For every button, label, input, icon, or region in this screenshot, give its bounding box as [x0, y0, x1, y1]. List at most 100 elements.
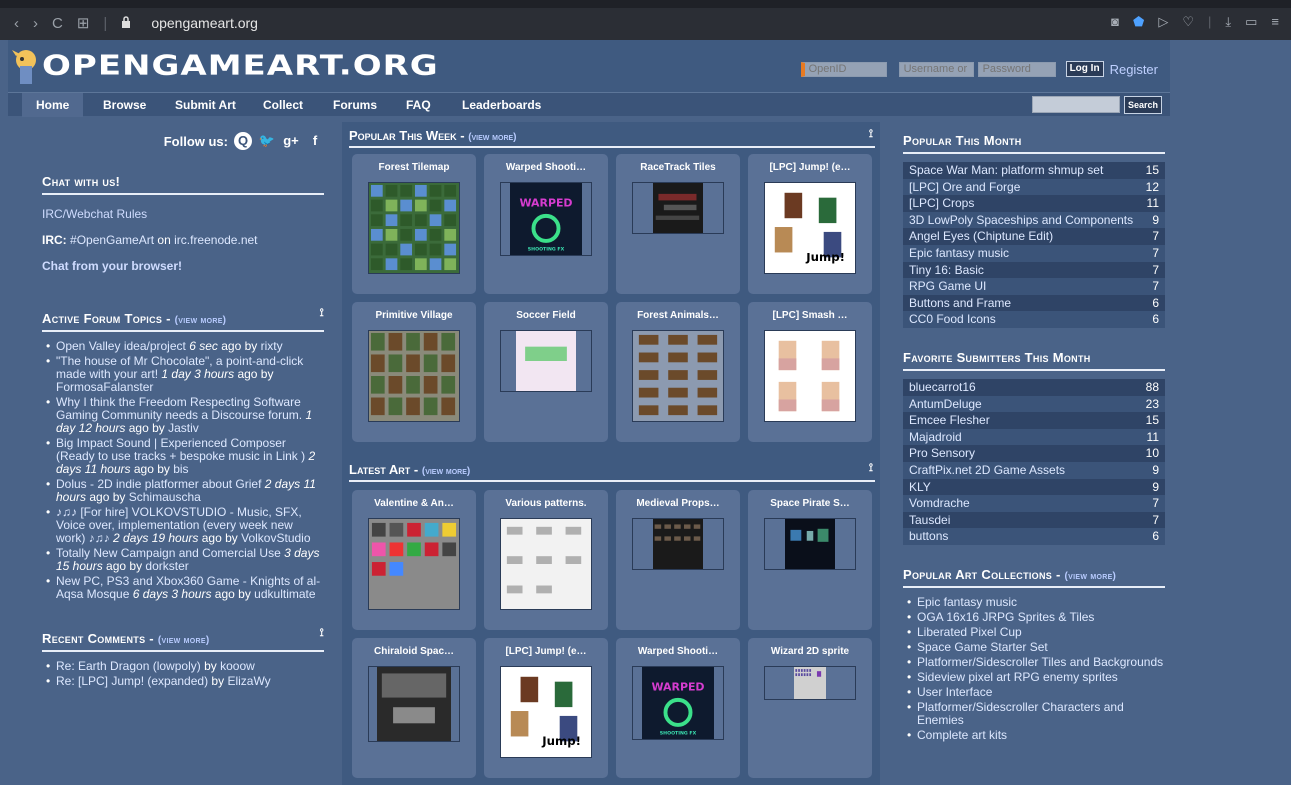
ranked-name[interactable]: Pro Sensory [909, 445, 975, 462]
ranked-name[interactable]: Vomdrache [909, 495, 970, 512]
art-card[interactable]: [LPC] Smash … [748, 302, 872, 442]
forum-topic-link[interactable]: Big Impact Sound | Experienced Composer … [56, 436, 305, 463]
art-thumbnail[interactable]: Jump! [764, 182, 856, 274]
ranked-row[interactable]: Tausdei 7 [903, 511, 1165, 529]
password-input[interactable] [977, 61, 1056, 77]
art-card-title[interactable]: Forest Tilemap [358, 162, 470, 176]
search-button[interactable]: Search [1123, 96, 1162, 114]
ranked-name[interactable]: KLY [909, 479, 931, 496]
nav-submit-art[interactable]: Submit Art [175, 93, 236, 117]
art-thumbnail[interactable] [632, 330, 724, 422]
nav-browse[interactable]: Browse [103, 93, 146, 117]
nav-faq[interactable]: FAQ [406, 93, 431, 117]
art-card[interactable]: [LPC] Jump! (e… Jump! [484, 638, 608, 778]
forum-topic-item[interactable]: Why I think the Freedom Respecting Softw… [42, 396, 324, 435]
forum-topic-author[interactable]: Schimauscha [129, 490, 201, 504]
ranked-row[interactable]: buttons 6 [903, 528, 1165, 545]
nav-leaderboards[interactable]: Leaderboards [462, 93, 541, 117]
ranked-name[interactable]: Space War Man: platform shmup set [909, 162, 1103, 179]
art-card-title[interactable]: Forest Animals… [622, 310, 734, 324]
art-card-title[interactable]: Warped Shooti… [490, 162, 602, 176]
ranked-row[interactable]: Vomdrache 7 [903, 495, 1165, 512]
ranked-row[interactable]: RPG Game UI 7 [903, 278, 1165, 295]
art-card-title[interactable]: Valentine & An… [358, 498, 470, 512]
forum-topic-author[interactable]: dorkster [145, 559, 188, 573]
comments-view-more-link[interactable]: (view more) [158, 635, 210, 646]
ranked-name[interactable]: Tiny 16: Basic [909, 262, 984, 279]
art-card[interactable]: RaceTrack Tiles [616, 154, 740, 294]
art-thumbnail[interactable] [500, 518, 592, 610]
latest-view-more-link[interactable]: (view more) [422, 466, 470, 477]
art-thumbnail[interactable]: Jump! [500, 666, 592, 758]
art-card[interactable]: Forest Tilemap [352, 154, 476, 294]
username-input[interactable] [898, 61, 974, 77]
forum-topic-item[interactable]: Dolus - 2D indie platformer about Grief … [42, 478, 324, 504]
art-thumbnail[interactable] [368, 666, 460, 742]
collection-item[interactable]: OGA 16x16 JRPG Sprites & Tiles [903, 610, 1165, 624]
twitter-icon[interactable]: 🐦 [258, 132, 276, 150]
ranked-row[interactable]: CraftPix.net 2D Game Assets 9 [903, 461, 1165, 479]
forum-topic-author[interactable]: VolkovStudio [241, 531, 310, 545]
forum-topic-author[interactable]: Jastiv [168, 421, 199, 435]
art-card[interactable]: Valentine & An… [352, 490, 476, 630]
search-icon[interactable]: Q [234, 132, 252, 150]
comment-item[interactable]: Re: Earth Dragon (lowpoly) by kooow [42, 659, 324, 674]
forum-topic-item[interactable]: Big Impact Sound | Experienced Composer … [42, 437, 324, 476]
art-card-title[interactable]: Space Pirate S… [754, 498, 866, 512]
forum-topic-author[interactable]: FormosaFalanster [56, 380, 153, 394]
forum-topic-item[interactable]: Open Valley idea/project 6 sec ago by ri… [42, 340, 324, 354]
forum-topic-item[interactable]: ♪♫♪ [For hire] VOLKOVSTUDIO - Music, SFX… [42, 506, 324, 545]
art-thumbnail[interactable] [632, 518, 724, 570]
battery-icon[interactable]: ▭ [1245, 14, 1257, 30]
comment-item[interactable]: Re: [LPC] Jump! (expanded) by ElizaWy [42, 675, 324, 689]
irc-rules-link[interactable]: IRC/Webchat Rules [42, 207, 324, 221]
collection-item[interactable]: Sideview pixel art RPG enemy sprites [903, 670, 1165, 684]
art-card[interactable]: Various patterns. [484, 490, 608, 630]
collection-link[interactable]: Liberated Pixel Cup [917, 625, 1022, 639]
collection-item[interactable]: Complete art kits [903, 728, 1165, 742]
art-thumbnail[interactable] [764, 666, 856, 700]
ranked-name[interactable]: [LPC] Ore and Forge [909, 179, 1020, 196]
art-card-title[interactable]: Warped Shooti… [622, 646, 734, 660]
download-icon[interactable]: ⤓ [1225, 14, 1231, 30]
nav-collect[interactable]: Collect [263, 93, 303, 117]
rss-icon[interactable]: ⟟ [320, 627, 324, 640]
art-card-title[interactable]: [LPC] Jump! (e… [490, 646, 602, 660]
ranked-name[interactable]: RPG Game UI [909, 278, 986, 295]
art-thumbnail[interactable] [632, 182, 724, 234]
collection-item[interactable]: Space Game Starter Set [903, 640, 1165, 654]
forum-topic-item[interactable]: "The house of Mr Chocolate", a point-and… [42, 355, 324, 394]
art-card[interactable]: Medieval Props… [616, 490, 740, 630]
shield-icon[interactable]: ⬟ [1133, 14, 1144, 30]
site-logo-text[interactable]: OPENGAMEART.ORG [42, 49, 439, 82]
rss-icon[interactable]: ⟟ [869, 128, 873, 141]
collection-item[interactable]: User Interface [903, 685, 1165, 699]
collection-item[interactable]: Platformer/Sidescroller Characters and E… [903, 700, 1165, 727]
forum-topic-author[interactable]: bis [173, 462, 188, 476]
art-thumbnail[interactable] [368, 518, 460, 610]
send-icon[interactable]: ▷ [1158, 14, 1168, 30]
nav-home[interactable]: Home [22, 93, 84, 117]
art-card-title[interactable]: [LPC] Smash … [754, 310, 866, 324]
collection-item[interactable]: Epic fantasy music [903, 595, 1165, 609]
ranked-name[interactable]: CraftPix.net 2D Game Assets [909, 462, 1065, 479]
forum-topic-link[interactable]: Dolus - 2D indie platformer about Grief [56, 477, 261, 491]
login-button[interactable]: Log In [1065, 61, 1104, 77]
art-card-title[interactable]: Wizard 2D sprite [754, 646, 866, 660]
ranked-row[interactable]: Buttons and Frame 6 [903, 294, 1165, 312]
popular-view-more-link[interactable]: (view more) [468, 132, 516, 143]
ranked-row[interactable]: [LPC] Ore and Forge 12 [903, 178, 1165, 196]
art-card[interactable]: Primitive Village [352, 302, 476, 442]
irc-channel-link[interactable]: #OpenGameArt [70, 233, 154, 247]
art-card[interactable]: Warped Shooti… WARPED SHOOTING FX [616, 638, 740, 778]
ranked-row[interactable]: AntumDeluge 23 [903, 395, 1165, 413]
art-card[interactable]: Chiraloid Spac… [352, 638, 476, 778]
comment-author[interactable]: kooow [220, 659, 255, 673]
forum-topic-item[interactable]: New PC, PS3 and Xbox360 Game - Knights o… [42, 575, 324, 601]
ranked-name[interactable]: AntumDeluge [909, 396, 982, 413]
address-bar[interactable]: opengameart.org [151, 15, 258, 31]
ranked-name[interactable]: [LPC] Crops [909, 195, 974, 212]
ranked-name[interactable]: 3D LowPoly Spaceships and Components [909, 212, 1133, 229]
art-card-title[interactable]: Chiraloid Spac… [358, 646, 470, 660]
openid-input[interactable] [800, 61, 887, 77]
